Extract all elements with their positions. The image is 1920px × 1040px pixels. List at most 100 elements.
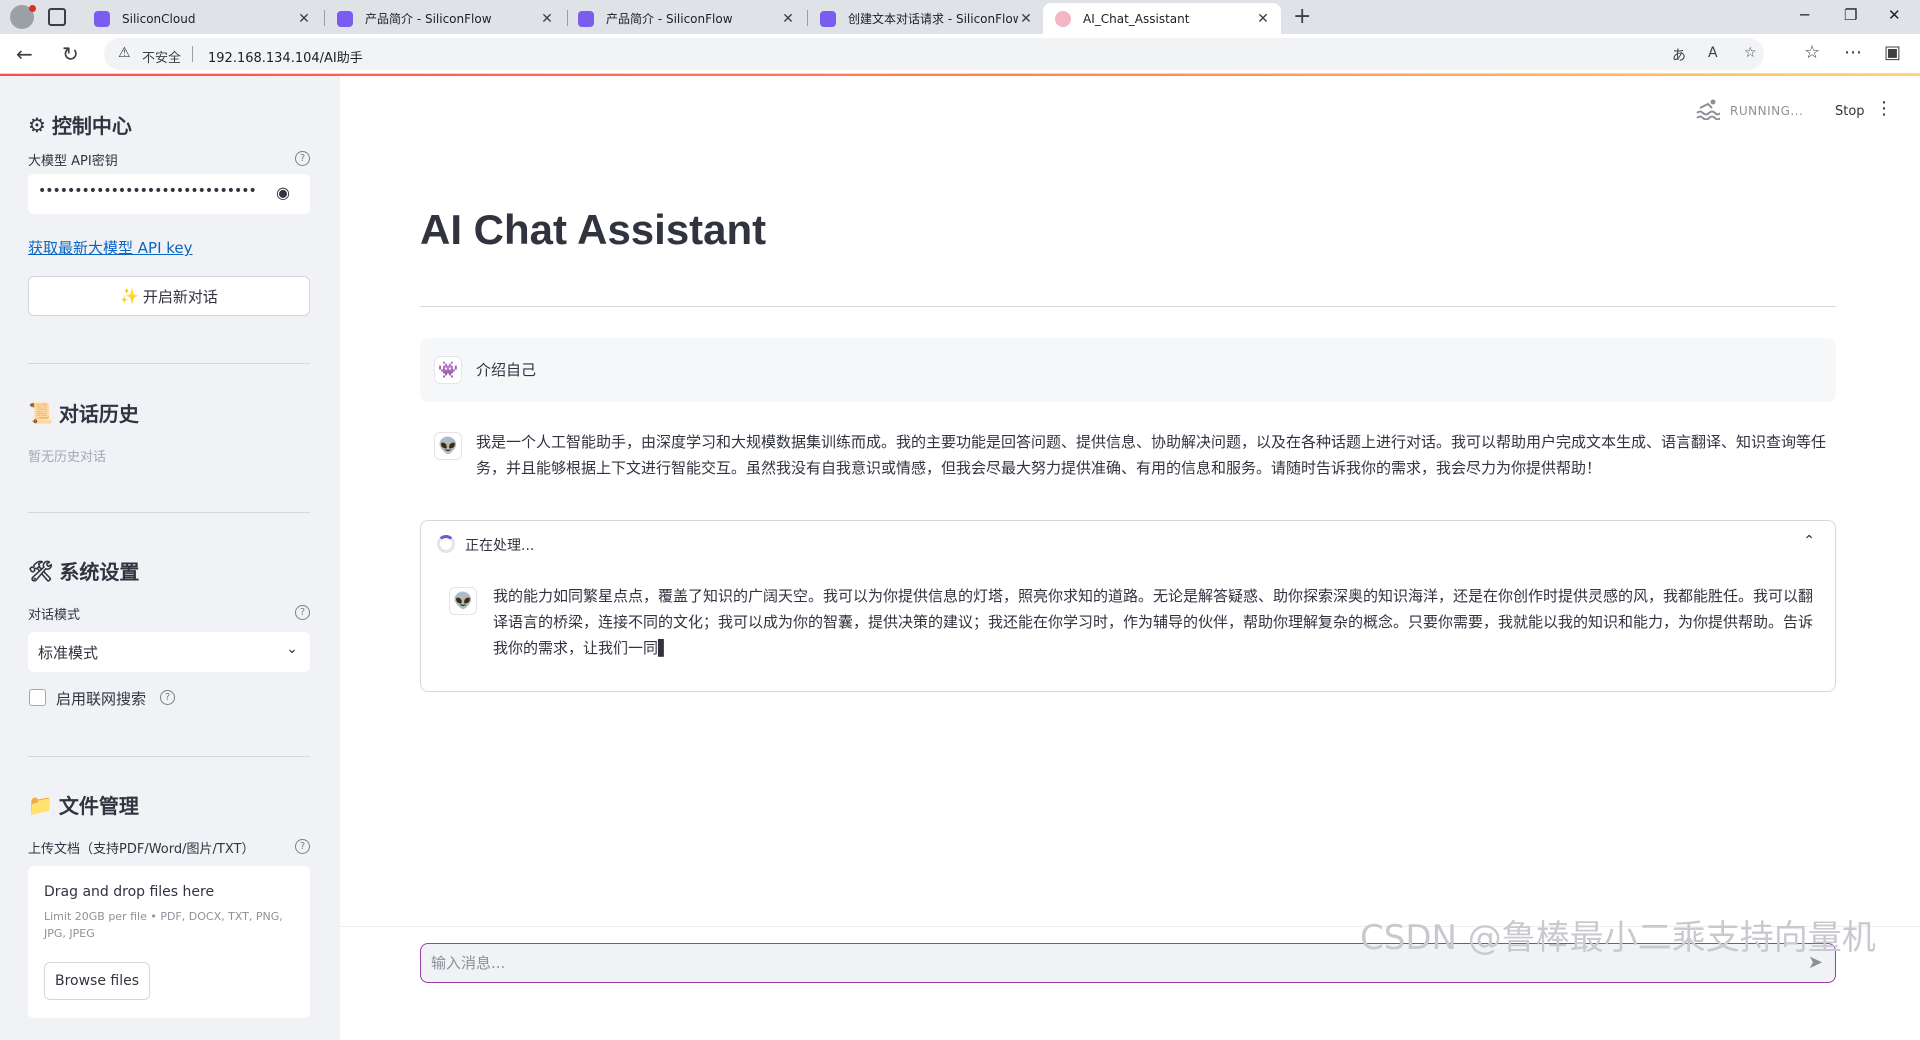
user-message-text: 介绍自己: [476, 361, 537, 379]
user-avatar-icon: 👾: [434, 356, 462, 384]
tab-title: 产品简介 - SiliconFlow: [365, 12, 492, 26]
page-title: AI Chat Assistant: [420, 206, 767, 253]
help-icon[interactable]: ?: [295, 605, 310, 620]
streaming-message-text: 我的能力如同繁星点点，覆盖了知识的广阔天空。我可以为你提供信息的灯塔，照亮你求知…: [493, 587, 1814, 657]
browser-tab-product-intro-2[interactable]: 产品简介 - SiliconFlow ✕: [566, 3, 806, 34]
browser-tab-ai-chat-assistant[interactable]: AI_Chat_Assistant ✕: [1043, 3, 1281, 34]
running-status: RUNNING...: [1730, 104, 1804, 118]
files-heading: 📁 文件管理: [28, 790, 139, 819]
browser-tab-product-intro-1[interactable]: 产品简介 - SiliconFlow ✕: [325, 3, 565, 34]
processing-label[interactable]: 正在处理...: [465, 535, 534, 555]
chat-mode-label: 对话模式: [28, 608, 81, 623]
tab-title: AI_Chat_Assistant: [1083, 11, 1190, 26]
new-tab-button[interactable]: +: [1293, 4, 1311, 29]
spinner-icon: [437, 535, 455, 553]
api-key-input[interactable]: ••••••••••••••••••••••••••••••••••••••••…: [28, 174, 310, 214]
siliconflow-favicon-icon: [94, 10, 110, 27]
insecure-label[interactable]: 不安全: [142, 47, 181, 66]
dropzone-title: Drag and drop files here: [44, 884, 215, 900]
extensions-icon[interactable]: ⋯: [1844, 42, 1862, 63]
sidebar: ⚙ 控制中心 大模型 API密钥 ? •••••••••••••••••••••…: [0, 76, 340, 1040]
siliconflow-favicon-icon: [337, 10, 353, 27]
assistant-avatar-icon: 👽: [434, 432, 462, 460]
favorites-icon[interactable]: ☆: [1804, 42, 1820, 63]
title-divider: [420, 306, 1836, 307]
back-arrow-icon[interactable]: ←: [16, 42, 33, 66]
scroll-icon: 📜: [28, 400, 53, 425]
upload-label: 上传文档（支持PDF/Word/图片/TXT）: [28, 842, 255, 857]
reload-icon[interactable]: ↻: [62, 42, 79, 66]
history-empty-text: 暂无历史对话: [28, 450, 107, 465]
files-title: 文件管理: [58, 794, 139, 818]
api-key-link[interactable]: 获取最新大模型 API key: [28, 237, 193, 258]
read-aloud-icon[interactable]: A: [1708, 45, 1718, 61]
chat-mode-select[interactable]: 标准模式 ⌄: [28, 632, 310, 672]
chevron-up-icon[interactable]: ⌃: [1803, 533, 1815, 549]
close-tab-icon[interactable]: ✕: [539, 11, 555, 27]
omnibox-separator: [192, 46, 193, 62]
tab-title: 产品简介 - SiliconFlow: [606, 12, 733, 26]
close-tab-icon[interactable]: ✕: [1255, 11, 1271, 27]
tab-title: SiliconCloud: [122, 11, 196, 26]
help-icon[interactable]: ?: [160, 690, 175, 705]
new-chat-button[interactable]: ✨ 开启新对话: [28, 276, 310, 316]
api-key-value[interactable]: ••••••••••••••••••••••••••••••••••••••••…: [38, 183, 258, 199]
settings-title: 系统设置: [59, 560, 140, 584]
close-window-icon[interactable]: ✕: [1888, 6, 1901, 24]
control-center-title: 控制中心: [51, 114, 132, 138]
brain-favicon-icon: [1055, 10, 1071, 27]
api-key-label: 大模型 API密钥: [28, 154, 118, 169]
settings-heading: 🛠 系统设置: [28, 556, 139, 585]
warning-icon[interactable]: ⚠: [118, 45, 131, 61]
chevron-down-icon: ⌄: [286, 641, 298, 657]
siliconflow-favicon-icon: [820, 10, 836, 27]
stop-button[interactable]: Stop: [1835, 104, 1865, 119]
processing-expander: 正在处理... ⌃ 👽 我的能力如同繁星点点，覆盖了知识的广阔天空。我可以为你提…: [420, 520, 1836, 692]
assistant-message-text: 我是一个人工智能助手，由深度学习和大规模数据集训练而成。我的主要功能是回答问题、…: [476, 433, 1827, 477]
profile-avatar[interactable]: [10, 5, 36, 29]
user-message: 👾 介绍自己: [420, 338, 1836, 402]
new-chat-label: 开启新对话: [142, 287, 218, 306]
browser-tab-create-chat-request[interactable]: 创建文本对话请求 - SiliconFlow ✕: [808, 3, 1044, 34]
eye-icon[interactable]: ◉: [276, 183, 290, 202]
address-bar[interactable]: ⚠ 不安全 192.168.134.104/AI助手 あ A ☆: [104, 38, 1764, 70]
folder-icon: 📁: [28, 792, 53, 817]
close-tab-icon[interactable]: ✕: [1018, 11, 1034, 27]
history-title: 对话历史: [58, 402, 139, 426]
url-text[interactable]: 192.168.134.104/AI助手: [208, 47, 363, 66]
browser-tab-siliconcloud[interactable]: SiliconCloud ✕: [82, 3, 322, 34]
favorite-star-icon[interactable]: ☆: [1744, 45, 1757, 61]
tools-icon: 🛠: [28, 558, 54, 583]
restore-icon[interactable]: ❐: [1844, 6, 1857, 24]
file-dropzone[interactable]: Drag and drop files here Limit 20GB per …: [28, 866, 310, 1018]
sidebar-toggle-icon[interactable]: ▣: [1884, 42, 1901, 63]
main-content: RUNNING... Stop ⋮ AI Chat Assistant 👾 介绍…: [340, 76, 1920, 1040]
streamlit-app: ⚙ 控制中心 大模型 API密钥 ? •••••••••••••••••••••…: [0, 74, 1920, 1040]
running-swimmer-icon: [1696, 99, 1720, 120]
translate-icon[interactable]: あ: [1672, 45, 1686, 65]
divider: [28, 756, 310, 757]
close-tab-icon[interactable]: ✕: [296, 11, 312, 27]
browse-files-button[interactable]: Browse files: [44, 962, 150, 1000]
browser-toolbar: ← ↻ ⚠ 不安全 192.168.134.104/AI助手 あ A ☆ ☆ ⋯…: [0, 34, 1920, 74]
assistant-avatar-icon: 👽: [449, 587, 477, 615]
gear-icon: ⚙: [28, 112, 46, 137]
web-search-checkbox[interactable]: [29, 689, 46, 706]
tab-title: 创建文本对话请求 - SiliconFlow: [848, 12, 1018, 26]
more-menu-icon[interactable]: ⋮: [1875, 98, 1893, 119]
siliconflow-favicon-icon: [578, 10, 594, 27]
minimize-icon[interactable]: ─: [1800, 6, 1809, 24]
history-heading: 📜 对话历史: [28, 398, 139, 427]
browser-tab-bar: SiliconCloud ✕ 产品简介 - SiliconFlow ✕ 产品简介…: [0, 0, 1920, 34]
watermark-text: CSDN @鲁棒最小二乘支持向量机: [1360, 918, 1876, 958]
control-center-heading: ⚙ 控制中心: [28, 110, 132, 139]
sparkle-icon: ✨: [120, 287, 139, 305]
help-icon[interactable]: ?: [295, 839, 310, 854]
help-icon[interactable]: ?: [295, 151, 310, 166]
close-tab-icon[interactable]: ✕: [780, 11, 796, 27]
tab-actions-icon[interactable]: [48, 8, 66, 26]
web-search-label[interactable]: 启用联网搜索: [56, 688, 146, 709]
divider: [28, 512, 310, 513]
divider: [28, 363, 310, 364]
dropzone-limit: Limit 20GB per file • PDF, DOCX, TXT, PN…: [44, 910, 283, 940]
